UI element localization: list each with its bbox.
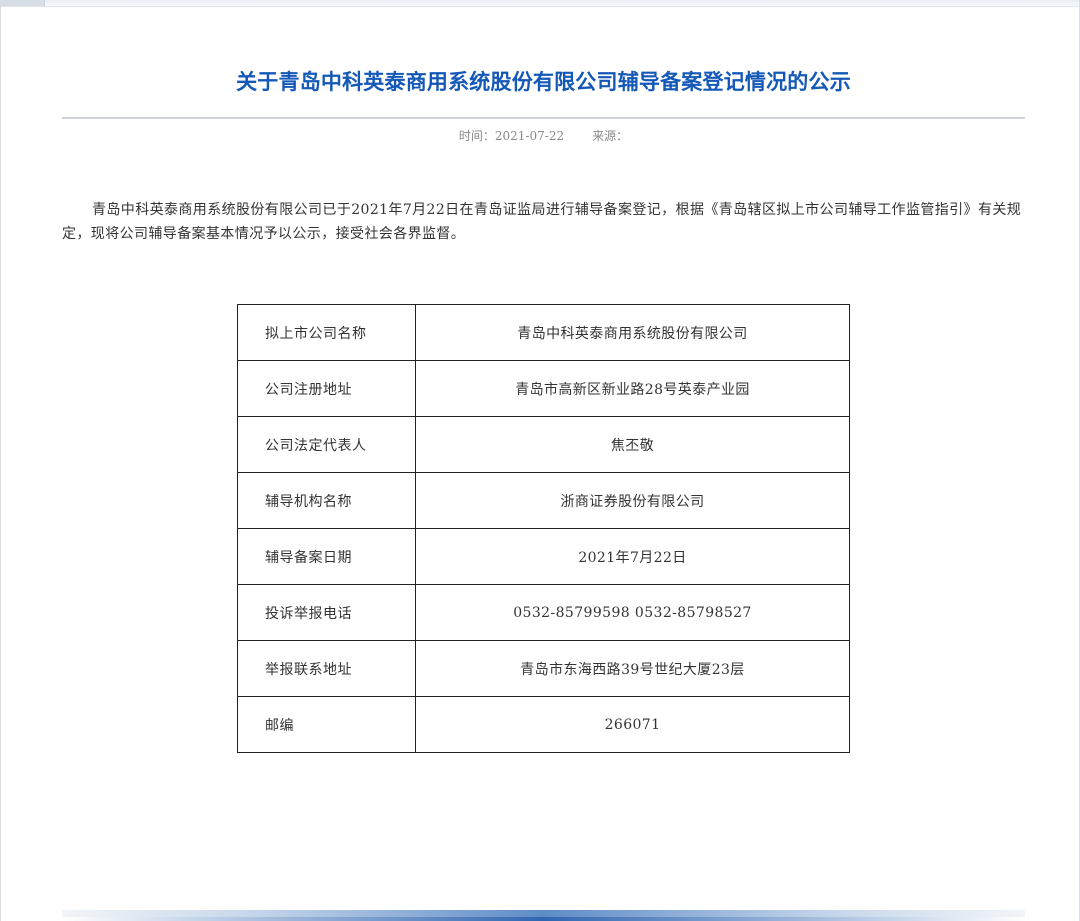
row-label: 公司法定代表人 <box>237 416 416 473</box>
row-value: 青岛市东海西路39号世纪大厦23层 <box>415 640 850 697</box>
table-row: 辅导备案日期 2021年7月22日 <box>237 528 850 585</box>
meta-time-label: 时间： <box>458 129 495 143</box>
article-title: 关于青岛中科英泰商用系统股份有限公司辅导备案登记情况的公示 <box>236 70 851 94</box>
window-left-border <box>0 0 1 921</box>
row-label: 举报联系地址 <box>237 640 416 697</box>
table-row: 举报联系地址 青岛市东海西路39号世纪大厦23层 <box>237 640 850 697</box>
window-top-tab <box>0 0 45 6</box>
row-value: 青岛中科英泰商用系统股份有限公司 <box>415 304 850 361</box>
table-row: 辅导机构名称 浙商证券股份有限公司 <box>237 472 850 529</box>
table-row: 公司注册地址 青岛市高新区新业路28号英泰产业园 <box>237 360 850 417</box>
row-value: 2021年7月22日 <box>415 528 850 585</box>
meta-source-label: 来源： <box>592 129 629 143</box>
table-row: 投诉举报电话 0532-85799598 0532-85798527 <box>237 584 850 641</box>
table-row: 邮编 266071 <box>237 696 850 753</box>
row-value: 浙商证券股份有限公司 <box>415 472 850 529</box>
table-row: 拟上市公司名称 青岛中科英泰商用系统股份有限公司 <box>237 304 850 361</box>
article-paragraph: 青岛中科英泰商用系统股份有限公司已于2021年7月22日在青岛证监局进行辅导备案… <box>62 202 1022 242</box>
row-value: 青岛市高新区新业路28号英泰产业园 <box>415 360 850 417</box>
row-label: 公司注册地址 <box>237 360 416 417</box>
row-value: 焦丕敬 <box>415 416 850 473</box>
meta-time-value: 2021-07-22 <box>494 129 565 143</box>
footer-accent-line <box>62 917 1025 921</box>
table-row: 公司法定代表人 焦丕敬 <box>237 416 850 473</box>
article-meta: 时间：2021-07-22 来源： <box>62 127 1025 144</box>
title-divider <box>62 117 1025 119</box>
row-label: 邮编 <box>237 696 416 753</box>
row-value: 0532-85799598 0532-85798527 <box>415 584 850 641</box>
row-value: 266071 <box>415 696 850 753</box>
row-label: 投诉举报电话 <box>237 584 416 641</box>
row-label: 拟上市公司名称 <box>237 304 416 361</box>
row-label: 辅导备案日期 <box>237 528 416 585</box>
filing-info-table: 拟上市公司名称 青岛中科英泰商用系统股份有限公司 公司注册地址 青岛市高新区新业… <box>237 304 850 753</box>
row-label: 辅导机构名称 <box>237 472 416 529</box>
window-top-bar <box>0 0 1080 7</box>
